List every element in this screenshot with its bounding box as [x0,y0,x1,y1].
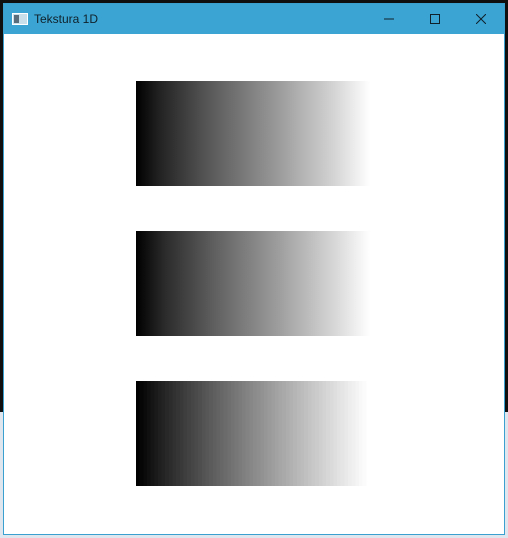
maximize-icon [430,14,440,24]
minimize-button[interactable] [366,4,412,34]
maximize-button[interactable] [412,4,458,34]
app-window-icon[interactable] [12,13,28,25]
close-button[interactable] [458,4,504,34]
minimize-icon [384,18,394,20]
banded-gradient [136,381,370,486]
window-controls [366,4,504,34]
app-window: Tekstura 1D [3,3,505,535]
smooth-gradient [136,81,370,186]
window-title: Tekstura 1D [34,12,99,26]
smooth-gradient-2 [136,231,370,336]
close-icon [476,14,486,24]
title-bar[interactable]: Tekstura 1D [4,4,504,34]
client-area [4,34,504,534]
